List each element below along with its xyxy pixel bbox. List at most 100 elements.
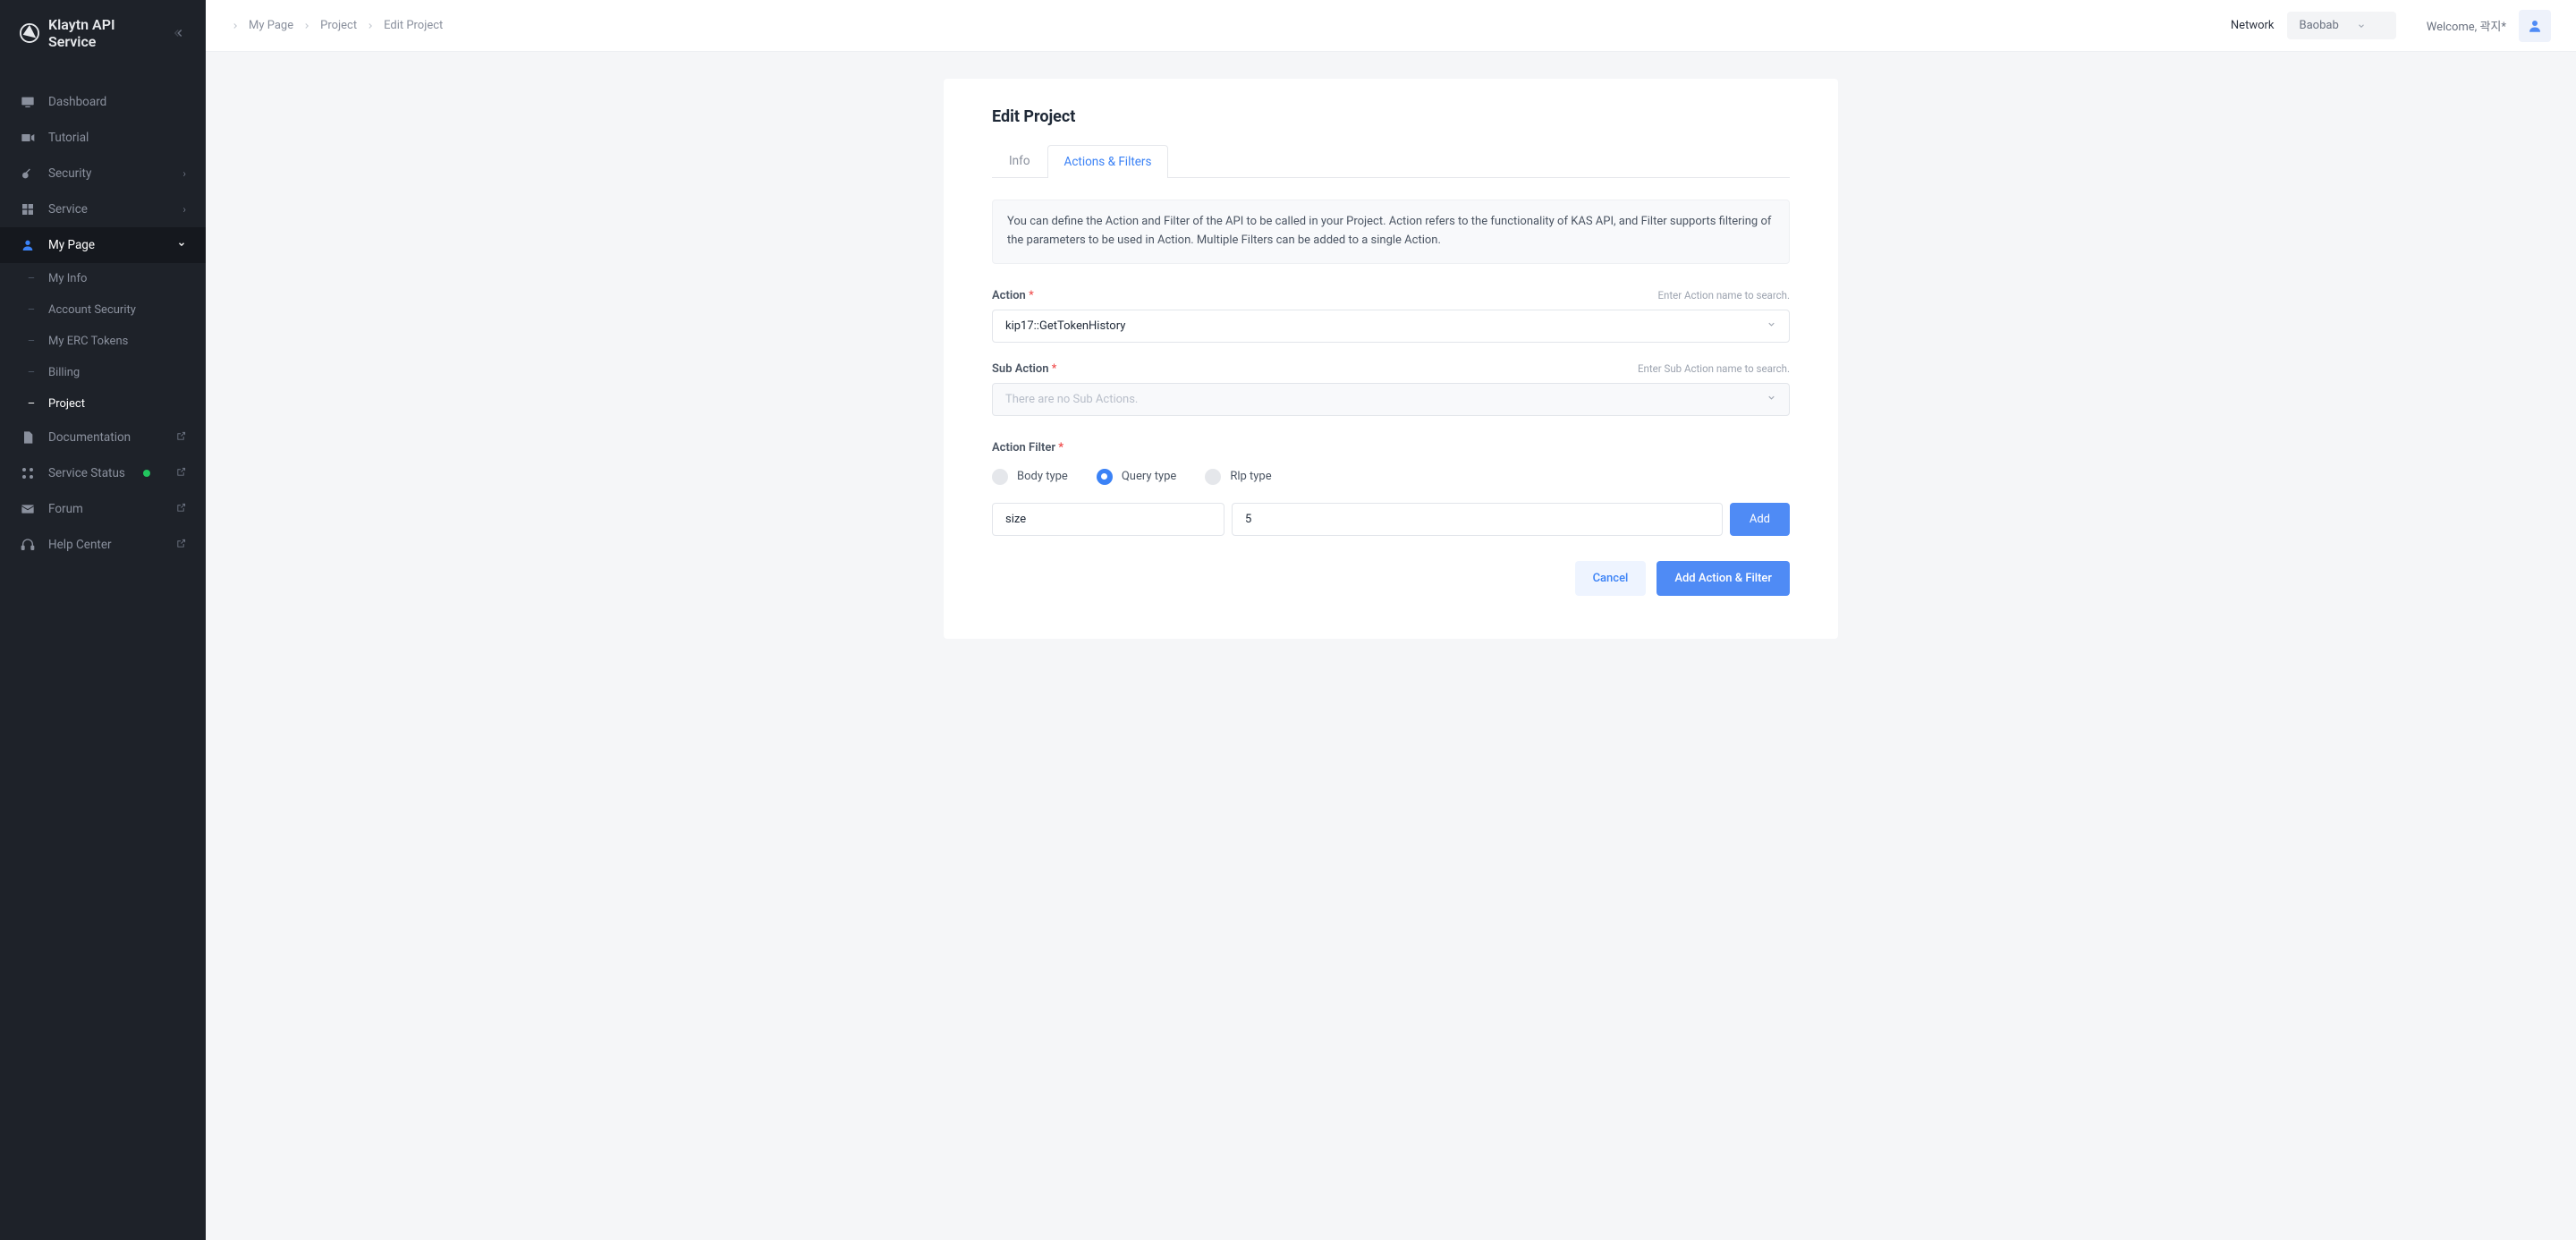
radio-body-type[interactable]: Body type (992, 469, 1068, 485)
sidebar-subitem-account-security[interactable]: –Account Security (0, 294, 206, 326)
radio-label: Rlp type (1230, 470, 1271, 483)
nav-list: Dashboard Tutorial Security › Service › … (0, 66, 206, 563)
monitor-icon (20, 95, 36, 109)
external-link-icon (176, 431, 186, 444)
sidebar-item-service[interactable]: Service › (0, 191, 206, 227)
card: Edit Project Info Actions & Filters You … (944, 79, 1838, 639)
avatar-button[interactable] (2519, 10, 2551, 42)
radio-label: Body type (1017, 470, 1068, 483)
tabs: Info Actions & Filters (992, 144, 1790, 178)
chevron-right-icon (231, 21, 240, 30)
sidebar-item-label: Service (48, 202, 88, 217)
status-dot-icon (143, 470, 150, 477)
sidebar-item-label: Service Status (48, 466, 125, 480)
action-select[interactable]: kip17::GetTokenHistory (992, 310, 1790, 343)
video-icon (20, 131, 36, 145)
main: My Page Project Edit Project Network Bao… (206, 0, 2576, 1240)
tab-actions-filters[interactable]: Actions & Filters (1047, 145, 1169, 178)
sidebar-subitem-label: Account Security (48, 303, 136, 317)
network-select[interactable]: Baobab (2287, 12, 2396, 39)
filter-type-radios: Body type Query type Rlp type (992, 469, 1790, 485)
breadcrumb: My Page Project Edit Project (231, 19, 443, 32)
sidebar-item-label: Dashboard (48, 95, 106, 109)
chevron-down-icon (1767, 393, 1776, 406)
chevron-down-icon (2357, 21, 2366, 30)
user-icon (20, 238, 36, 252)
user-icon (2527, 18, 2543, 34)
content: Edit Project Info Actions & Filters You … (206, 52, 2576, 1240)
subaction-select[interactable]: There are no Sub Actions. (992, 383, 1790, 416)
subaction-hint: Enter Sub Action name to search. (1638, 362, 1790, 375)
sidebar-subitem-erc-tokens[interactable]: –My ERC Tokens (0, 326, 206, 357)
radio-rlp-type[interactable]: Rlp type (1205, 469, 1271, 485)
radio-icon (992, 469, 1008, 485)
chevron-right-icon (302, 21, 311, 30)
action-label: Action * (992, 289, 1034, 302)
sidebar: Klaytn API Service Dashboard Tutorial Se… (0, 0, 206, 1240)
sidebar-item-label: My Page (48, 238, 95, 252)
radio-label: Query type (1122, 470, 1177, 483)
sidebar-subitem-myinfo[interactable]: –My Info (0, 263, 206, 294)
page-title: Edit Project (992, 107, 1790, 126)
nav-sub-list: –My Info –Account Security –My ERC Token… (0, 263, 206, 420)
external-link-icon (176, 539, 186, 551)
add-filter-button[interactable]: Add (1730, 503, 1790, 536)
mail-icon (20, 502, 36, 516)
sidebar-item-label: Security (48, 166, 91, 181)
notice-box: You can define the Action and Filter of … (992, 200, 1790, 264)
filter-value-input[interactable] (1232, 503, 1723, 536)
breadcrumb-item[interactable]: Edit Project (384, 19, 443, 32)
welcome-text: Welcome, 곽지* (2427, 17, 2506, 34)
chevron-right-icon: › (182, 167, 186, 180)
topbar: My Page Project Edit Project Network Bao… (206, 0, 2576, 52)
sidebar-item-help-center[interactable]: Help Center (0, 527, 206, 563)
sidebar-item-forum[interactable]: Forum (0, 491, 206, 527)
subaction-label: Sub Action * (992, 362, 1056, 376)
action-select-value: kip17::GetTokenHistory (1005, 319, 1125, 333)
cancel-button[interactable]: Cancel (1575, 561, 1647, 596)
network-label: Network (2231, 19, 2275, 32)
sidebar-subitem-label: Project (48, 397, 85, 411)
headset-icon (20, 538, 36, 552)
sidebar-item-tutorial[interactable]: Tutorial (0, 120, 206, 156)
sidebar-item-mypage[interactable]: My Page (0, 227, 206, 263)
breadcrumb-item[interactable]: My Page (249, 19, 293, 32)
sidebar-item-label: Documentation (48, 430, 131, 445)
radio-icon (1097, 469, 1113, 485)
key-icon (20, 166, 36, 181)
sidebar-subitem-label: My Info (48, 272, 87, 285)
add-action-filter-button[interactable]: Add Action & Filter (1657, 561, 1790, 596)
sidebar-item-label: Forum (48, 502, 83, 516)
filter-key-input[interactable] (992, 503, 1224, 536)
sidebar-item-label: Help Center (48, 538, 112, 552)
sidebar-subitem-billing[interactable]: –Billing (0, 357, 206, 388)
sidebar-item-dashboard[interactable]: Dashboard (0, 84, 206, 120)
status-icon (20, 466, 36, 480)
brand-title: Klaytn API Service (48, 16, 165, 50)
sidebar-item-security[interactable]: Security › (0, 156, 206, 191)
network-value: Baobab (2300, 19, 2339, 32)
sidebar-item-service-status[interactable]: Service Status (0, 455, 206, 491)
sidebar-subitem-label: Billing (48, 366, 80, 379)
breadcrumb-item[interactable]: Project (320, 19, 357, 32)
subaction-placeholder: There are no Sub Actions. (1005, 393, 1138, 406)
chevron-down-icon (177, 239, 186, 251)
sidebar-item-documentation[interactable]: Documentation (0, 420, 206, 455)
brand: Klaytn API Service (0, 0, 206, 66)
chevron-down-icon (1767, 319, 1776, 333)
action-hint: Enter Action name to search. (1657, 289, 1790, 302)
tab-info[interactable]: Info (992, 144, 1047, 177)
sidebar-collapse-icon[interactable] (174, 27, 186, 39)
sidebar-subitem-label: My ERC Tokens (48, 335, 128, 348)
chevron-right-icon (366, 21, 375, 30)
sidebar-subitem-project[interactable]: –Project (0, 388, 206, 420)
external-link-icon (176, 503, 186, 515)
doc-icon (20, 430, 36, 445)
sidebar-item-label: Tutorial (48, 131, 89, 145)
radio-icon (1205, 469, 1221, 485)
grid-icon (20, 202, 36, 217)
brand-logo-icon (20, 23, 39, 43)
chevron-right-icon: › (182, 203, 186, 216)
external-link-icon (176, 467, 186, 480)
radio-query-type[interactable]: Query type (1097, 469, 1177, 485)
